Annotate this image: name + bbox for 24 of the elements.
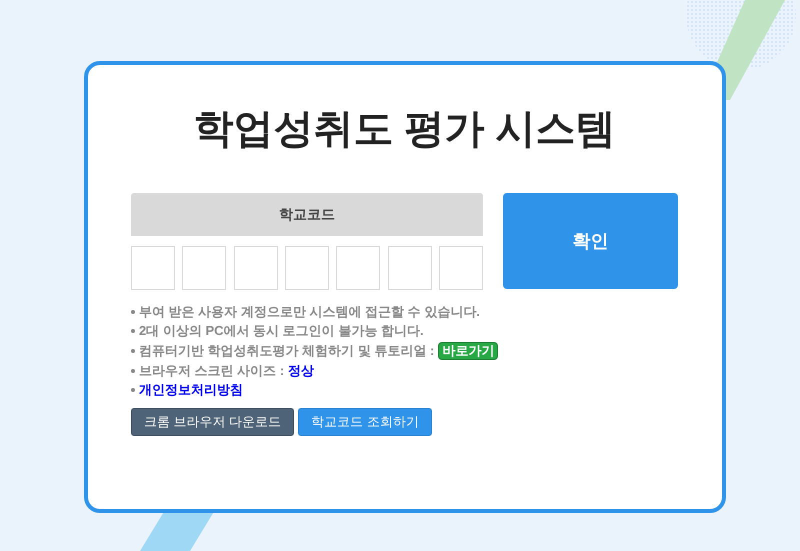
shortcut-link[interactable]: 바로가기	[438, 342, 498, 360]
code-digit-field[interactable]	[234, 246, 278, 290]
code-digit-field[interactable]	[131, 246, 175, 290]
code-digit-field[interactable]	[388, 246, 432, 290]
bullet-icon	[131, 329, 135, 333]
privacy-policy-link[interactable]: 개인정보처리방침	[139, 382, 243, 398]
page-title: 학업성취도 평가 시스템	[193, 109, 616, 149]
code-digit-field[interactable]	[438, 246, 483, 290]
bullet-icon	[131, 310, 135, 314]
bullet-icon	[131, 349, 135, 353]
notice-text: 브라우저 스크린 사이즈 :	[139, 363, 284, 379]
confirm-button[interactable]: 확인	[503, 193, 678, 289]
school-code-lookup-button[interactable]: 학교코드 조회하기	[298, 408, 432, 436]
notice-text: 2대 이상의 PC에서 동시 로그인이 불가능 합니다.	[139, 323, 424, 339]
notice-text: 컴퓨터기반 학업성취도평가 체험하기 및 튜토리얼 :	[139, 343, 434, 359]
school-code-label: 학교코드	[131, 193, 483, 236]
bullet-icon	[131, 369, 135, 373]
code-digit-field[interactable]	[336, 246, 380, 290]
code-digit-field[interactable]	[284, 246, 329, 290]
status-text: 정상	[288, 363, 314, 379]
bullet-icon	[131, 388, 135, 392]
code-digit-field[interactable]	[182, 246, 226, 290]
browser-download-button[interactable]: 크롬 브라우저 다운로드	[131, 408, 294, 436]
notice-text: 부여 받은 사용자 계정으로만 시스템에 접근할 수 있습니다.	[139, 304, 480, 320]
